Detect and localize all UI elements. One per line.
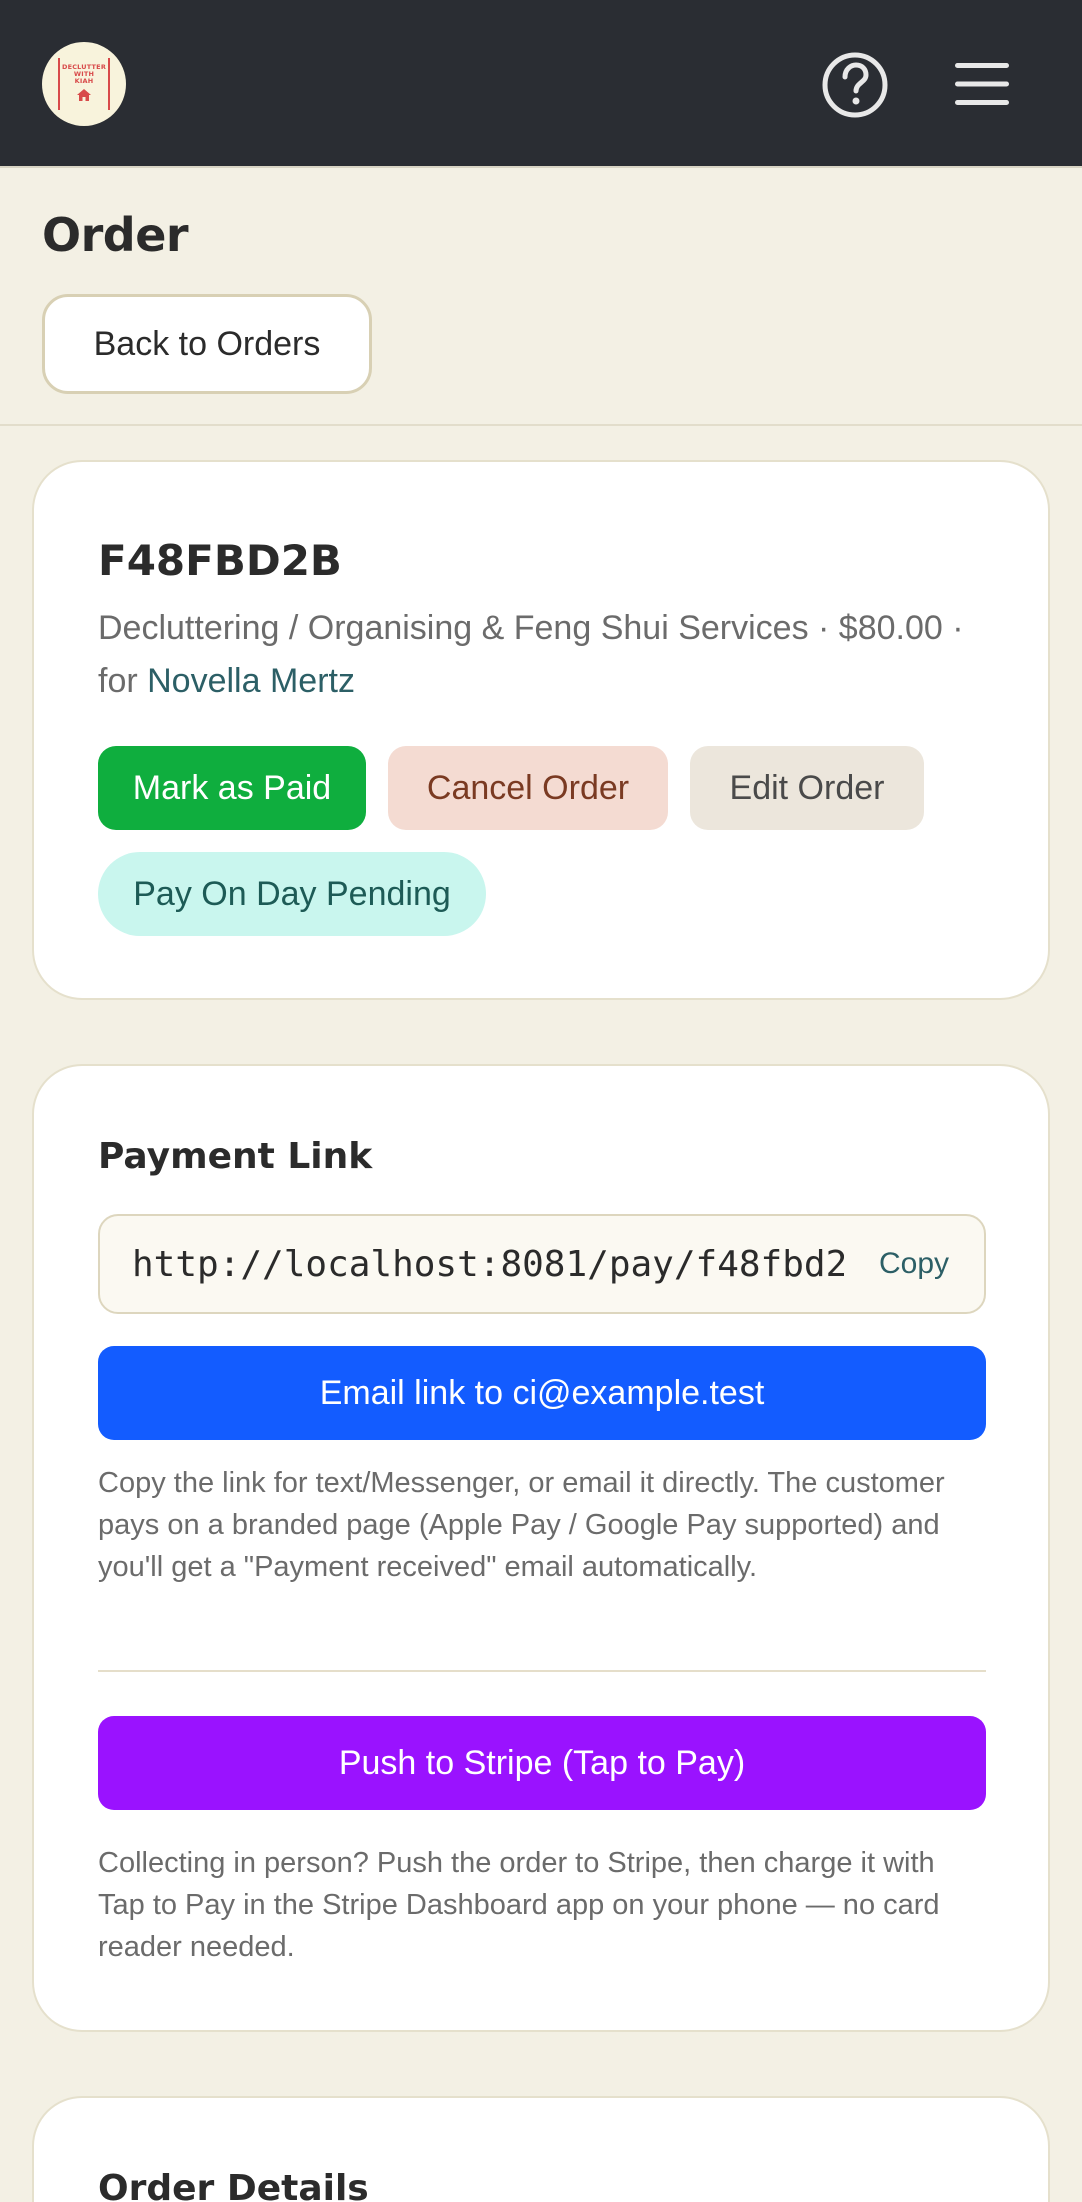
- order-summary-card: F48FBD2B Decluttering / Organising & Fen…: [32, 460, 1050, 1000]
- help-button[interactable]: [820, 50, 890, 120]
- back-to-orders-button[interactable]: Back to Orders: [42, 294, 372, 394]
- payment-link-box: Copy: [98, 1214, 986, 1314]
- order-id: F48FBD2B: [98, 536, 342, 585]
- order-details-title: Order Details: [98, 2168, 369, 2202]
- question-circle-icon: [822, 52, 888, 118]
- order-meta: Decluttering / Organising & Feng Shui Se…: [98, 602, 998, 708]
- page-header: Order Back to Orders: [0, 170, 1082, 426]
- section-divider: [98, 1670, 986, 1672]
- copy-link-button[interactable]: Copy: [844, 1216, 984, 1312]
- house-icon: [77, 89, 91, 101]
- cancel-order-button[interactable]: Cancel Order: [388, 746, 668, 830]
- brand-logo[interactable]: DECLUTTER WITH KIAH: [42, 42, 126, 126]
- customer-link[interactable]: Novella Mertz: [147, 662, 355, 700]
- order-actions: Mark as Paid Cancel Order Edit Order: [98, 746, 924, 830]
- status-badge: Pay On Day Pending: [98, 852, 486, 936]
- email-link-button[interactable]: Email link to ci@example.test: [98, 1346, 986, 1440]
- email-help-text: Copy the link for text/Messenger, or ema…: [98, 1467, 945, 1583]
- edit-order-button[interactable]: Edit Order: [690, 746, 924, 830]
- top-bar: DECLUTTER WITH KIAH: [0, 0, 1082, 168]
- payment-link-input[interactable]: [100, 1216, 844, 1312]
- payment-link-title: Payment Link: [98, 1136, 373, 1177]
- order-details-card: Order Details: [32, 2096, 1050, 2202]
- payment-link-card: Payment Link Copy Email link to ci@examp…: [32, 1064, 1050, 2032]
- mark-as-paid-button[interactable]: Mark as Paid: [98, 746, 366, 830]
- page-title: Order: [42, 208, 189, 262]
- logo-frame: DECLUTTER WITH KIAH: [58, 58, 110, 110]
- stripe-help-text: Collecting in person? Push the order to …: [98, 1847, 940, 1963]
- menu-button[interactable]: [950, 52, 1014, 116]
- hamburger-menu-icon: [955, 63, 1009, 105]
- push-to-stripe-button[interactable]: Push to Stripe (Tap to Pay): [98, 1716, 986, 1810]
- logo-text-line-3: KIAH: [74, 77, 94, 85]
